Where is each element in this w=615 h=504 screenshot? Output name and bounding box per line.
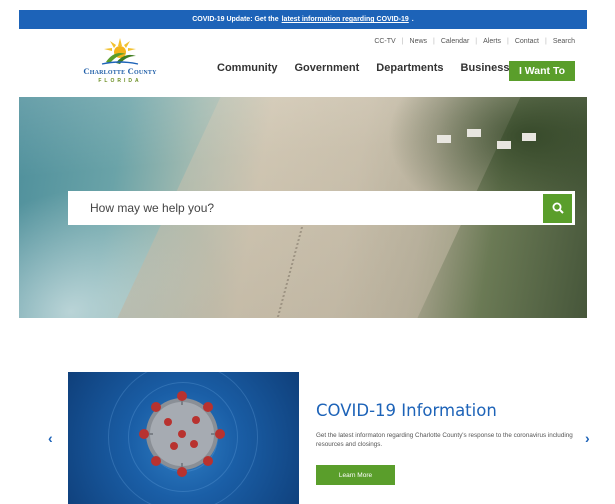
alert-link[interactable]: latest information regarding COVID-19 (282, 16, 409, 23)
separator: | (475, 38, 478, 45)
utility-link-alerts[interactable]: Alerts (483, 38, 501, 45)
separator: | (507, 38, 509, 45)
search-icon (552, 202, 564, 214)
utility-link-news[interactable]: News (410, 38, 428, 45)
separator: | (433, 38, 435, 45)
logo-name: Charlotte County (83, 66, 157, 76)
logo-subtitle: FLORIDA (98, 78, 142, 84)
coronavirus-image (68, 372, 299, 504)
learn-more-button[interactable]: Learn More (316, 465, 395, 485)
nav-community[interactable]: Community (217, 62, 278, 74)
site-search (68, 191, 575, 225)
search-input[interactable] (68, 191, 543, 225)
utility-link-search[interactable]: Search (553, 38, 575, 45)
alert-text: COVID-19 Update: Get the (192, 16, 279, 23)
carousel-prev-chevron-icon[interactable]: ‹ (48, 430, 53, 446)
nav-government[interactable]: Government (295, 62, 360, 74)
separator: | (401, 38, 404, 45)
sun-palm-logo-icon (101, 38, 139, 65)
search-button[interactable] (543, 193, 572, 223)
slide-description: Get the latest informaton regarding Char… (316, 432, 573, 448)
site-logo[interactable]: Charlotte County FLORIDA (72, 36, 168, 92)
covid-alert-bar: COVID-19 Update: Get the latest informat… (19, 10, 587, 29)
utility-link-calendar[interactable]: Calendar (441, 38, 469, 45)
nav-business[interactable]: Business (461, 62, 510, 74)
virus-icon (139, 391, 225, 477)
utility-link-contact[interactable]: Contact (515, 38, 539, 45)
alert-suffix: . (411, 16, 414, 23)
main-nav: Community Government Departments Busines… (217, 62, 526, 74)
utility-nav: CC-TV | News | Calendar | Alerts | Conta… (374, 38, 575, 45)
i-want-to-button[interactable]: I Want To (509, 61, 575, 81)
utility-link-cctv[interactable]: CC-TV (374, 38, 395, 45)
separator: | (544, 38, 547, 45)
carousel-next-chevron-icon[interactable]: › (585, 430, 590, 446)
nav-departments[interactable]: Departments (376, 62, 443, 74)
slide-title: COVID-19 Information (316, 401, 497, 420)
hero-houses (427, 127, 547, 167)
